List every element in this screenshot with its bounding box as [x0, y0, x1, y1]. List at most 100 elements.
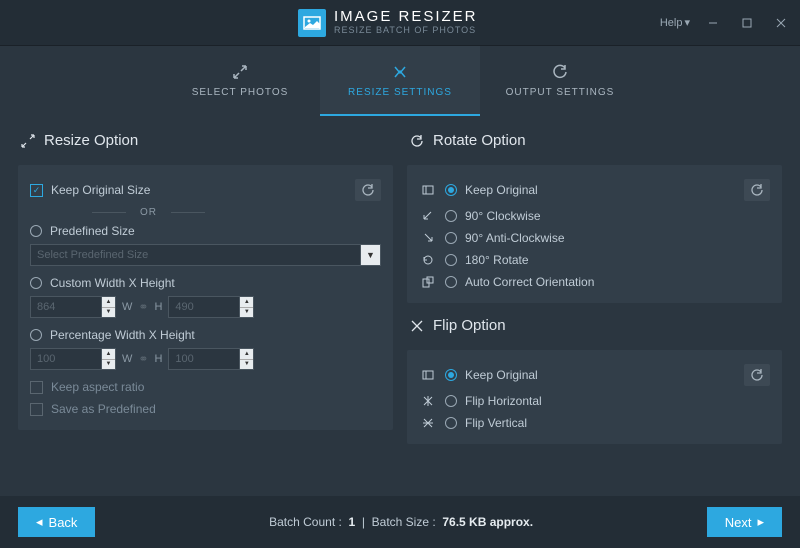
- batch-count-label: Batch Count :: [269, 515, 342, 529]
- tab-resize-settings[interactable]: RESIZE SETTINGS: [320, 46, 480, 116]
- close-button[interactable]: [770, 12, 792, 34]
- pheight-input[interactable]: 100: [168, 348, 240, 370]
- width-input[interactable]: 864: [30, 296, 102, 318]
- footer-bar: ◂ Back Batch Count : 1 | Batch Size : 76…: [0, 496, 800, 548]
- flip-h-icon: [419, 394, 437, 408]
- minimize-button[interactable]: [702, 12, 724, 34]
- rotate-icon: [409, 133, 425, 149]
- auto-orient-icon: [419, 275, 437, 289]
- link-icon[interactable]: ⚭: [138, 352, 148, 366]
- predefined-select-value: Select Predefined Size: [30, 244, 361, 266]
- rotate-acw-radio[interactable]: [445, 232, 457, 244]
- rotate-acw-row[interactable]: 90° Anti-Clockwise: [419, 227, 770, 249]
- predefined-radio[interactable]: [30, 225, 42, 237]
- or-divider: OR: [30, 205, 381, 220]
- tab-label: OUTPUT SETTINGS: [506, 87, 615, 98]
- next-label: Next: [725, 515, 752, 530]
- flip-panel: Keep Original Flip Horizontal Flip Verti…: [407, 350, 782, 444]
- rotate-auto-row[interactable]: Auto Correct Orientation: [419, 271, 770, 293]
- percentage-wh-row[interactable]: Percentage Width X Height: [30, 324, 381, 346]
- custom-wh-row[interactable]: Custom Width X Height: [30, 272, 381, 294]
- rotate-acw-icon: [419, 231, 437, 245]
- flip-keep-radio[interactable]: [445, 369, 457, 381]
- step-tabs: SELECT PHOTOS RESIZE SETTINGS OUTPUT SET…: [0, 46, 800, 116]
- reset-resize-button[interactable]: [355, 179, 381, 201]
- predefined-select[interactable]: Select Predefined Size ▼: [30, 244, 381, 266]
- expand-icon: [231, 63, 249, 81]
- rotate-cw-row[interactable]: 90° Clockwise: [419, 205, 770, 227]
- rotate-180-row[interactable]: 180° Rotate: [419, 249, 770, 271]
- height-input[interactable]: 490: [168, 296, 240, 318]
- pwidth-input[interactable]: 100: [30, 348, 102, 370]
- flip-v-radio[interactable]: [445, 417, 457, 429]
- keep-aspect-row[interactable]: Keep aspect ratio: [30, 376, 381, 398]
- chevron-left-icon: ◂: [36, 514, 43, 530]
- rotate-180-radio[interactable]: [445, 254, 457, 266]
- app-logo: IMAGE RESIZER RESIZE BATCH OF PHOTOS: [298, 9, 478, 37]
- rotate-auto-label: Auto Correct Orientation: [465, 275, 594, 289]
- flip-v-icon: [419, 416, 437, 430]
- flip-v-label: Flip Vertical: [465, 416, 527, 430]
- rotate-auto-radio[interactable]: [445, 276, 457, 288]
- keep-aspect-label: Keep aspect ratio: [51, 380, 144, 394]
- back-label: Back: [49, 515, 78, 530]
- batch-count-value: 1: [349, 515, 356, 529]
- app-logo-icon: [298, 9, 326, 37]
- panel-title-text: Flip Option: [433, 317, 506, 334]
- save-predefined-checkbox[interactable]: [30, 403, 43, 416]
- keep-original-checkbox[interactable]: ✓: [30, 184, 43, 197]
- custom-label: Custom Width X Height: [50, 276, 175, 290]
- percentage-radio[interactable]: [30, 329, 42, 341]
- custom-radio[interactable]: [30, 277, 42, 289]
- reset-rotate-button[interactable]: [744, 179, 770, 201]
- link-icon[interactable]: ⚭: [138, 300, 148, 314]
- help-label: Help: [660, 17, 683, 29]
- flip-v-row[interactable]: Flip Vertical: [419, 412, 770, 434]
- titlebar: IMAGE RESIZER RESIZE BATCH OF PHOTOS Hel…: [0, 0, 800, 46]
- height-spinner[interactable]: ▲▼: [240, 296, 254, 318]
- predefined-label: Predefined Size: [50, 224, 135, 238]
- reset-flip-button[interactable]: [744, 364, 770, 386]
- percentage-dimensions: 100▲▼ W ⚭ H 100▲▼: [30, 346, 381, 376]
- app-title: IMAGE RESIZER: [334, 9, 478, 26]
- rotate-180-label: 180° Rotate: [465, 253, 529, 267]
- h-label: H: [154, 353, 162, 365]
- rotate-panel-title: Rotate Option: [407, 128, 782, 157]
- tab-output-settings[interactable]: OUTPUT SETTINGS: [480, 46, 640, 116]
- keep-aspect-checkbox[interactable]: [30, 381, 43, 394]
- rotate-keep-radio[interactable]: [445, 184, 457, 196]
- resize-panel: ✓ Keep Original Size OR Predefined Size …: [18, 165, 393, 430]
- panel-title-text: Rotate Option: [433, 132, 526, 149]
- app-subtitle: RESIZE BATCH OF PHOTOS: [334, 26, 478, 36]
- chevron-right-icon: ▸: [757, 514, 764, 530]
- resize-icon: [391, 63, 409, 81]
- custom-dimensions: 864▲▼ W ⚭ H 490▲▼: [30, 294, 381, 324]
- keep-original-label: Keep Original Size: [51, 183, 150, 197]
- rotate-cw-radio[interactable]: [445, 210, 457, 222]
- rotate-panel: Keep Original 90° Clockwise 90° Anti-Clo…: [407, 165, 782, 303]
- panel-title-text: Resize Option: [44, 132, 138, 149]
- pwidth-spinner[interactable]: ▲▼: [102, 348, 116, 370]
- back-button[interactable]: ◂ Back: [18, 507, 95, 537]
- batch-size-value: 76.5 KB approx.: [442, 515, 533, 529]
- rotate-cw-icon: [419, 209, 437, 223]
- predefined-size-row[interactable]: Predefined Size: [30, 220, 381, 242]
- help-menu[interactable]: Help ▾: [660, 16, 690, 29]
- rotate-flip-column: Rotate Option Keep Original 90° Clockwis…: [407, 128, 782, 496]
- expand-icon: [20, 133, 36, 149]
- w-label: W: [122, 301, 132, 313]
- save-predefined-row[interactable]: Save as Predefined: [30, 398, 381, 420]
- footer-info: Batch Count : 1 | Batch Size : 76.5 KB a…: [95, 515, 706, 529]
- flip-h-row[interactable]: Flip Horizontal: [419, 390, 770, 412]
- next-button[interactable]: Next ▸: [707, 507, 782, 537]
- keep-original-size-row[interactable]: ✓ Keep Original Size: [30, 175, 381, 205]
- tab-select-photos[interactable]: SELECT PHOTOS: [160, 46, 320, 116]
- rotate-keep-row[interactable]: Keep Original: [419, 175, 770, 205]
- tab-label: RESIZE SETTINGS: [348, 87, 452, 98]
- width-spinner[interactable]: ▲▼: [102, 296, 116, 318]
- pheight-spinner[interactable]: ▲▼: [240, 348, 254, 370]
- dropdown-icon[interactable]: ▼: [361, 244, 381, 266]
- maximize-button[interactable]: [736, 12, 758, 34]
- flip-h-radio[interactable]: [445, 395, 457, 407]
- flip-keep-row[interactable]: Keep Original: [419, 360, 770, 390]
